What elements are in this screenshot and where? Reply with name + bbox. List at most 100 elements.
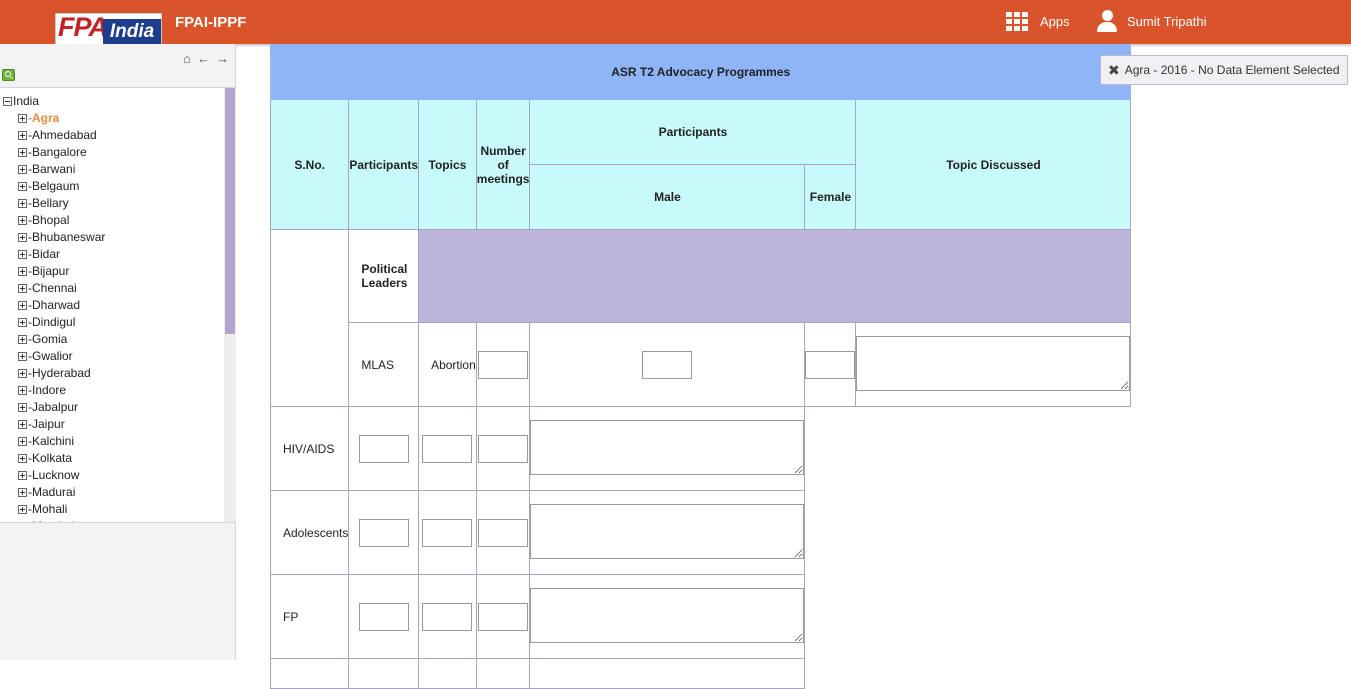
- tree-item-label: Dindigul: [28, 314, 75, 331]
- home-icon[interactable]: ⌂: [183, 52, 191, 65]
- tree-item[interactable]: Kalchini: [18, 433, 105, 450]
- tree-item[interactable]: Indore: [18, 382, 105, 399]
- female-input[interactable]: [478, 518, 529, 547]
- tree-item[interactable]: Chennai: [18, 280, 105, 297]
- expand-icon[interactable]: [18, 301, 27, 310]
- header-topic-discussed: Topic Discussed: [855, 99, 1132, 230]
- meetings-input[interactable]: [358, 434, 409, 463]
- tree-item[interactable]: Mumbai: [18, 518, 105, 523]
- tree-item-label: Bangalore: [28, 144, 87, 161]
- male-input-cell: [529, 322, 806, 407]
- expand-icon[interactable]: [18, 386, 27, 395]
- app-title: FPAI-IPPF: [175, 14, 247, 31]
- tree-scrollbar-thumb[interactable]: [225, 88, 235, 334]
- apps-menu-button[interactable]: Apps: [1006, 12, 1070, 31]
- tree-item[interactable]: Dindigul: [18, 314, 105, 331]
- tree-item[interactable]: Jabalpur: [18, 399, 105, 416]
- tree-item[interactable]: Bangalore: [18, 144, 105, 161]
- tree-item[interactable]: Jaipur: [18, 416, 105, 433]
- topic-discussed-textarea[interactable]: [856, 335, 1131, 391]
- female-input[interactable]: [478, 602, 529, 631]
- female-input[interactable]: [478, 434, 529, 463]
- tree-item[interactable]: Kolkata: [18, 450, 105, 467]
- expand-icon[interactable]: [18, 284, 27, 293]
- topic-label: HIV/AIDS: [269, 406, 350, 491]
- tree-item[interactable]: Agra: [18, 110, 105, 127]
- expand-icon[interactable]: [18, 352, 27, 361]
- search-icon[interactable]: [2, 69, 15, 81]
- topic-discussed-textarea[interactable]: [530, 587, 805, 643]
- tree-item[interactable]: Lucknow: [18, 467, 105, 484]
- expand-icon[interactable]: [18, 488, 27, 497]
- expand-icon[interactable]: [18, 505, 27, 514]
- tree-scrollbar[interactable]: [224, 88, 236, 522]
- tree-item[interactable]: Mohali: [18, 501, 105, 518]
- tree-root-india[interactable]: India: [3, 93, 105, 110]
- expand-icon[interactable]: [18, 267, 27, 276]
- expand-icon[interactable]: [18, 454, 27, 463]
- report-title: ASR T2 Advocacy Programmes: [269, 44, 1132, 100]
- tree-item[interactable]: Dharwad: [18, 297, 105, 314]
- tree-item[interactable]: Hyderabad: [18, 365, 105, 382]
- fpa-india-logo[interactable]: FPA India: [55, 13, 162, 44]
- meetings-input[interactable]: [358, 518, 409, 547]
- close-icon[interactable]: ✖: [1108, 62, 1120, 79]
- expand-icon[interactable]: [18, 114, 27, 123]
- female-input-cell: [475, 490, 531, 575]
- tree-item-label: Gwalior: [28, 348, 73, 365]
- collapse-icon[interactable]: [3, 97, 12, 106]
- empty-cell: [475, 658, 531, 689]
- female-input[interactable]: [805, 350, 856, 379]
- user-profile-button[interactable]: Sumit Tripathi: [1097, 10, 1206, 32]
- expand-icon[interactable]: [18, 403, 27, 412]
- org-unit-tree: India AgraAhmedabadBangaloreBarwaniBelga…: [0, 87, 236, 523]
- expand-icon[interactable]: [18, 318, 27, 327]
- expand-icon[interactable]: [18, 471, 27, 480]
- category-band: [418, 229, 1132, 323]
- tree-item[interactable]: Gomia: [18, 331, 105, 348]
- topic-discussed-textarea[interactable]: [530, 419, 805, 475]
- expand-icon[interactable]: [18, 522, 27, 523]
- male-input-cell: [418, 406, 477, 491]
- tree-item-label: Mumbai: [28, 518, 75, 522]
- female-input-cell: [804, 322, 857, 407]
- tree-item[interactable]: Bidar: [18, 246, 105, 263]
- topic-row: [269, 658, 1131, 689]
- male-input[interactable]: [422, 602, 473, 631]
- back-arrow-icon[interactable]: ←: [197, 52, 210, 65]
- tree-item[interactable]: Madurai: [18, 484, 105, 501]
- expand-icon[interactable]: [18, 165, 27, 174]
- tree-item[interactable]: Bijapur: [18, 263, 105, 280]
- male-input[interactable]: [422, 518, 473, 547]
- tree-item[interactable]: Gwalior: [18, 348, 105, 365]
- forward-arrow-icon[interactable]: →: [216, 52, 229, 65]
- meetings-input[interactable]: [478, 350, 529, 379]
- tree-item-label: Kolkata: [28, 450, 72, 467]
- tree-item[interactable]: Belgaum: [18, 178, 105, 195]
- expand-icon[interactable]: [18, 233, 27, 242]
- tree-item[interactable]: Bhopal: [18, 212, 105, 229]
- expand-icon[interactable]: [18, 148, 27, 157]
- meetings-input[interactable]: [358, 602, 409, 631]
- selection-status-bubble[interactable]: ✖ Agra - 2016 - No Data Element Selected: [1100, 55, 1348, 85]
- male-input[interactable]: [422, 434, 473, 463]
- tree-item-label: Bhopal: [28, 212, 69, 229]
- male-input[interactable]: [642, 350, 693, 379]
- tree-item-label: Chennai: [28, 280, 77, 297]
- header-sno: S.No.: [269, 99, 350, 230]
- tree-item[interactable]: Ahmedabad: [18, 127, 105, 144]
- topic-discussed-textarea[interactable]: [530, 503, 805, 559]
- expand-icon[interactable]: [18, 182, 27, 191]
- expand-icon[interactable]: [18, 420, 27, 429]
- expand-icon[interactable]: [18, 199, 27, 208]
- tree-item[interactable]: Bhubaneswar: [18, 229, 105, 246]
- tree-item[interactable]: Bellary: [18, 195, 105, 212]
- expand-icon[interactable]: [18, 250, 27, 259]
- logo-india-text: India: [103, 19, 161, 44]
- tree-item[interactable]: Barwani: [18, 161, 105, 178]
- expand-icon[interactable]: [18, 216, 27, 225]
- expand-icon[interactable]: [18, 437, 27, 446]
- expand-icon[interactable]: [18, 369, 27, 378]
- expand-icon[interactable]: [18, 335, 27, 344]
- expand-icon[interactable]: [18, 131, 27, 140]
